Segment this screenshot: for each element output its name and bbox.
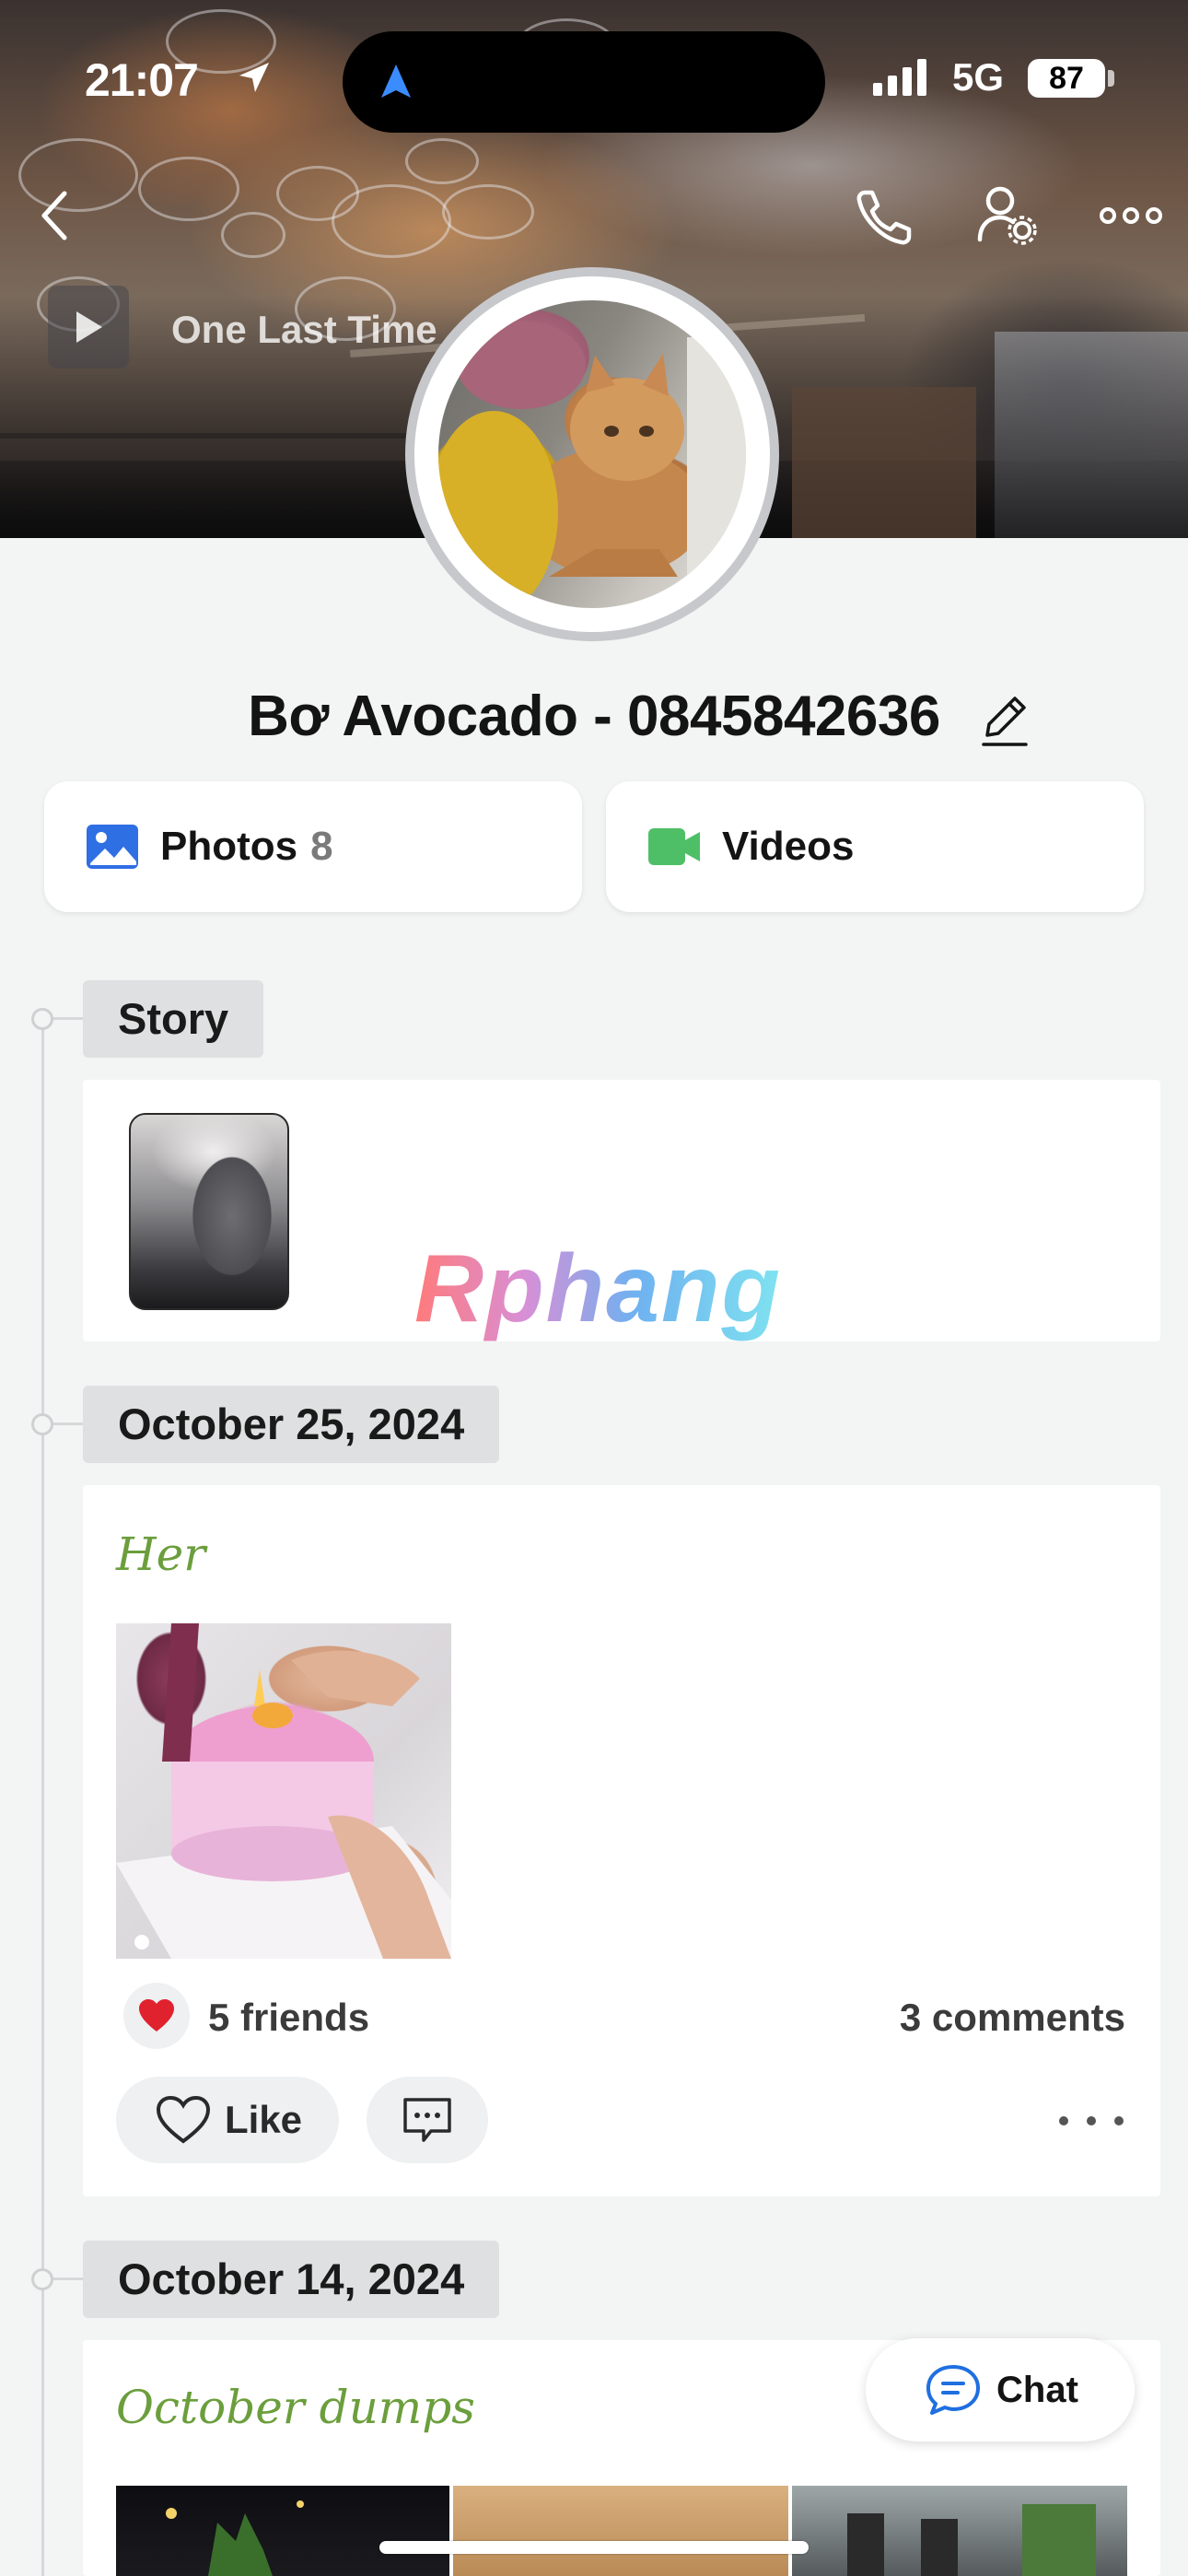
post-title: October dumps [116,2381,475,2434]
more-dot [1059,2116,1068,2125]
back-button[interactable] [18,179,92,252]
phone-icon [856,190,912,245]
chat-button[interactable]: Chat [866,2338,1135,2441]
cafe-chairs-photo [847,2504,1096,2576]
battery-cap [1108,70,1114,87]
status-time: 21:07 [85,54,199,106]
call-button[interactable] [847,181,921,254]
chat-label: Chat [996,2369,1078,2410]
cellular-signal-icon [873,59,926,96]
post-date: October 14, 2024 [83,2241,500,2318]
chat-bubble-icon [926,2365,980,2415]
post-title: Her [116,1528,206,1581]
post-photo[interactable] [116,2486,449,2576]
video-camera-icon [648,828,700,865]
photos-button[interactable]: Photos 8 [44,781,582,912]
photos-label: Photos [160,824,298,869]
chevron-left-icon [41,191,67,240]
reactions-count[interactable]: 5 friends [208,1996,369,2040]
profile-settings-button[interactable] [971,179,1044,252]
more-dot [1114,2116,1124,2125]
network-type: 5G [952,55,1005,99]
like-button[interactable]: Like [116,2077,339,2163]
location-arrow-icon [239,63,269,92]
music-title[interactable]: One Last Time [171,308,437,352]
timeline-tick [53,1423,85,1425]
timeline-tick [53,2277,85,2280]
avatar[interactable] [438,300,746,608]
videos-button[interactable]: Videos [606,781,1144,912]
post-date: October 25, 2024 [83,1386,500,1463]
post-more-button[interactable] [1059,2104,1124,2137]
more-dot [1087,2116,1096,2125]
status-bar: 21:07 5G 87 [0,0,1188,147]
post-photo[interactable] [116,1623,451,1959]
battery-level: 87 [1028,59,1105,98]
watermark-text: Rphang [414,1235,783,1342]
home-indicator[interactable] [379,2541,809,2554]
photos-icon [87,825,138,869]
comment-button[interactable] [367,2077,488,2163]
user-gear-icon [977,186,1037,245]
comment-icon [403,2098,451,2142]
story-header: Story [83,980,264,1058]
comments-count[interactable]: 3 comments [900,1996,1125,2040]
post-photo[interactable] [792,2486,1127,2576]
heart-icon [139,1999,174,2032]
timeline-dot [31,2268,53,2290]
timeline-line [41,1017,44,2576]
timeline-dot [31,1413,53,1435]
videos-label: Videos [722,824,855,869]
cat-photo [438,321,746,608]
timeline-tick [53,1017,85,1020]
photos-count: 8 [310,824,333,869]
timeline-dot [31,1008,53,1030]
night-plants-photo [166,2500,304,2576]
music-play-button[interactable] [48,286,129,369]
ellipsis-icon [1100,207,1162,224]
more-options-button[interactable] [1092,179,1170,252]
cake-photo [116,1623,451,1959]
story-thumbnail[interactable] [129,1113,289,1310]
reaction-badge[interactable] [123,1983,190,2049]
navigation-icon [381,64,411,98]
edit-name-icon[interactable] [980,693,1030,748]
post-photo[interactable] [453,2486,788,2576]
heart-outline-icon [156,2095,211,2144]
play-icon [76,311,102,343]
like-label: Like [225,2098,303,2141]
